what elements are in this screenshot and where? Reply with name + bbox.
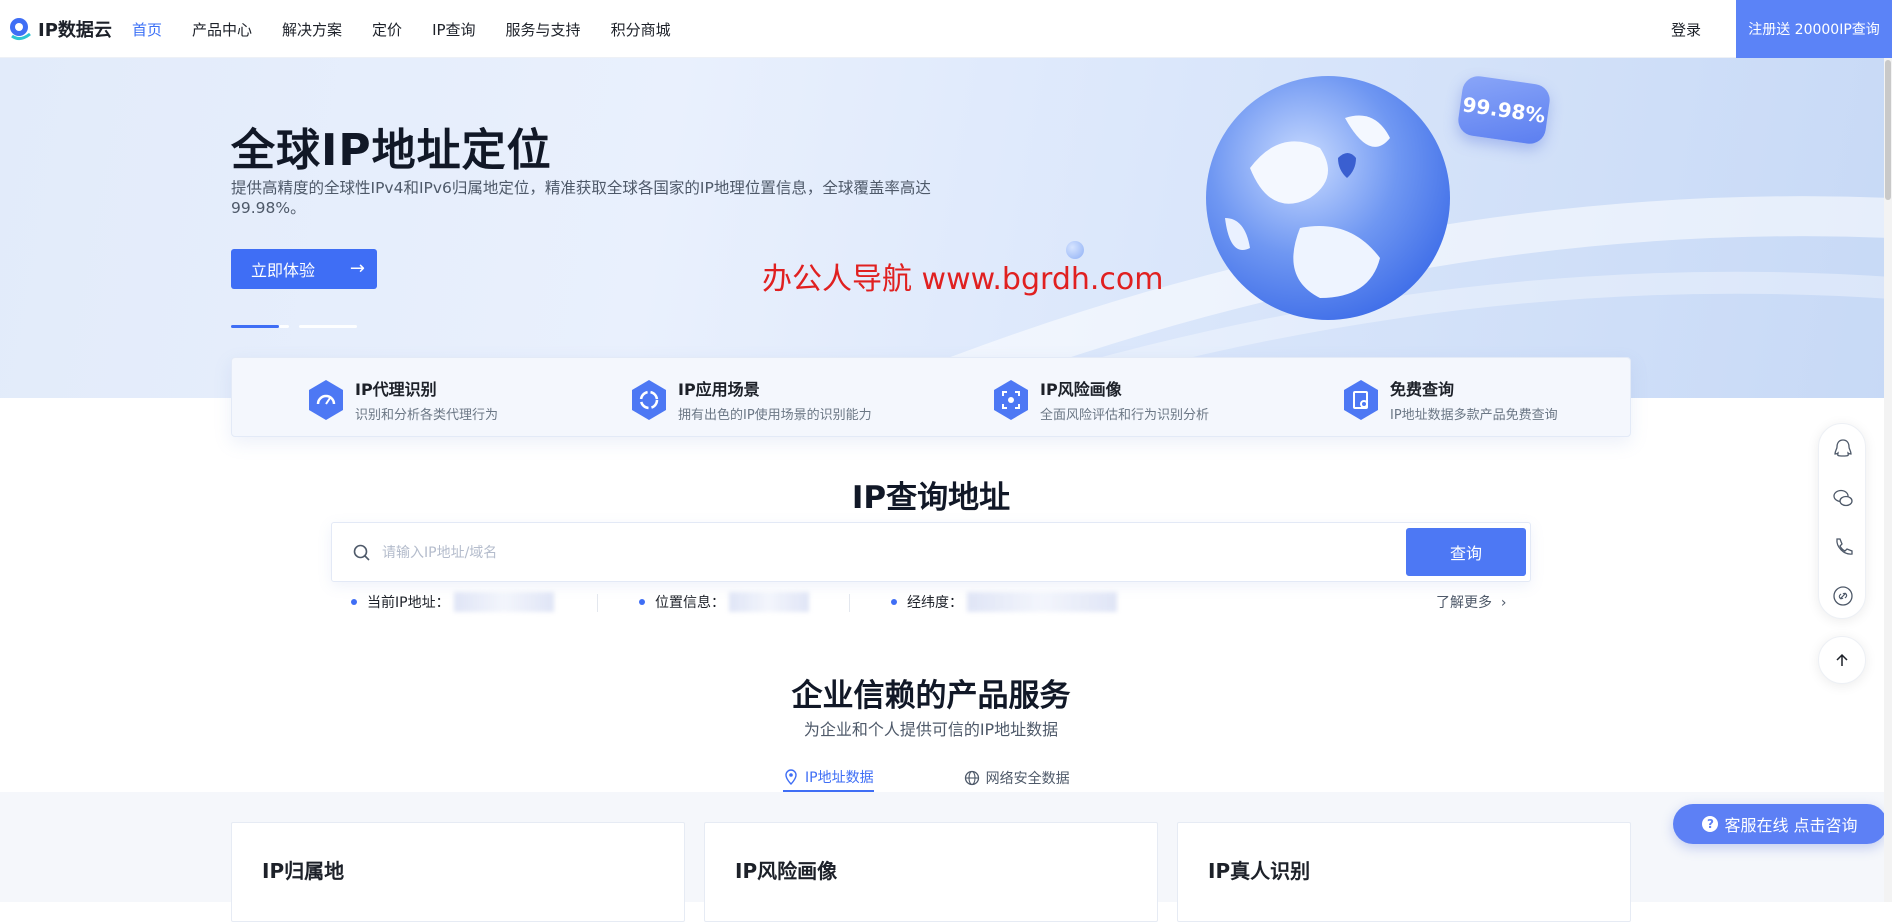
globe-icon xyxy=(964,770,979,786)
coverage-badge: 99.98% xyxy=(1456,74,1552,146)
wechat-icon[interactable] xyxy=(1832,487,1854,509)
nav-links: 首页 产品中心 解决方案 定价 IP查询 服务与支持 积分商城 xyxy=(132,0,701,58)
hero-banner: 全球IP地址定位 提供高精度的全球性IPv4和IPv6归属地定位，精准获取全球各… xyxy=(0,58,1892,398)
feature-title: IP代理识别 xyxy=(355,380,437,399)
products-title: 企业信赖的产品服务 xyxy=(791,678,1071,714)
latlng-label: 经纬度： xyxy=(907,595,963,611)
try-now-label: 立即体验 xyxy=(251,261,316,280)
feature-ip-scenario[interactable]: IP应用场景 拥有出色的IP使用场景的识别能力 xyxy=(630,376,872,423)
redacted-value xyxy=(729,592,809,612)
bullet-dot xyxy=(351,599,357,605)
ip-search-input[interactable] xyxy=(380,537,1380,569)
qq-icon[interactable] xyxy=(1832,438,1854,460)
carousel-indicators xyxy=(231,325,357,328)
ip-search-box: 查询 xyxy=(331,522,1531,582)
register-button[interactable]: 注册送 20000IP查询 xyxy=(1736,0,1892,58)
location-item: 位置信息： xyxy=(639,592,809,612)
hero-description: 提供高精度的全球性IPv4和IPv6归属地定位，精准获取全球各国家的IP地理位置… xyxy=(231,179,931,217)
card-title: IP归属地 xyxy=(262,859,345,883)
online-chat-button[interactable]: ? 客服在线 点击咨询 xyxy=(1673,804,1887,844)
tab-label: 网络安全数据 xyxy=(985,771,1070,787)
redacted-value xyxy=(967,592,1117,612)
nav-link-solutions[interactable]: 解决方案 xyxy=(282,19,342,40)
product-card-ip-human[interactable]: IP真人识别 xyxy=(1177,822,1631,922)
feature-title: IP应用场景 xyxy=(678,380,760,399)
nav-link-support[interactable]: 服务与支持 xyxy=(506,19,581,40)
divider xyxy=(849,594,850,612)
top-nav: IP数据云 首页 产品中心 解决方案 定价 IP查询 服务与支持 积分商城 登录… xyxy=(0,0,1892,58)
nav-link-points-mall[interactable]: 积分商城 xyxy=(611,19,671,40)
chat-label: 客服在线 点击咨询 xyxy=(1724,816,1858,835)
tab-ip-address-data[interactable]: IP地址数据 xyxy=(783,764,874,792)
feature-subtitle: 拥有出色的IP使用场景的识别能力 xyxy=(678,408,872,423)
product-card-ip-location[interactable]: IP归属地 xyxy=(231,822,685,922)
question-icon: ? xyxy=(1702,816,1719,832)
card-title: IP风险画像 xyxy=(735,859,838,883)
scan-icon xyxy=(994,379,1028,420)
nav-link-ip-query[interactable]: IP查询 xyxy=(432,19,475,40)
current-ip-item: 当前IP地址： xyxy=(351,592,554,612)
feature-title: IP风险画像 xyxy=(1040,380,1122,399)
location-label: 位置信息： xyxy=(655,595,725,611)
floating-contact-bar xyxy=(1818,423,1866,619)
hero-title: 全球IP地址定位 xyxy=(231,125,552,176)
feature-subtitle: 全面风险评估和行为识别分析 xyxy=(1040,408,1210,423)
feature-title: 免费查询 xyxy=(1390,380,1455,399)
ip-query-title: IP查询地址 xyxy=(851,480,1011,516)
redacted-value xyxy=(453,592,554,612)
feature-free-query[interactable]: 免费查询 IP地址数据多款产品免费查询 xyxy=(1342,376,1558,423)
arrow-up-icon xyxy=(1836,653,1848,666)
watermark-text: 办公人导航 www.bgrdh.com xyxy=(762,262,1164,297)
search-doc-icon xyxy=(1344,379,1378,420)
carousel-dot-gap xyxy=(279,325,289,328)
phone-icon[interactable] xyxy=(1832,536,1854,558)
search-icon xyxy=(353,544,370,561)
logo-text: IP数据云 xyxy=(38,20,112,41)
bullet-dot xyxy=(639,599,645,605)
nav-link-home[interactable]: 首页 xyxy=(132,19,162,40)
back-to-top-button[interactable] xyxy=(1818,636,1866,684)
hero-background-art xyxy=(892,76,1892,398)
feature-subtitle: IP地址数据多款产品免费查询 xyxy=(1390,408,1558,423)
gauge-icon xyxy=(309,379,343,420)
feature-strip: IP代理识别 识别和分析各类代理行为 IP应用场景 拥有出色的IP使用场景的识别… xyxy=(231,357,1631,437)
query-button[interactable]: 查询 xyxy=(1406,528,1526,576)
latlng-item: 经纬度： xyxy=(891,592,1117,612)
carousel-dot-1[interactable] xyxy=(231,325,279,328)
link-icon[interactable] xyxy=(1832,585,1854,607)
feature-ip-risk[interactable]: IP风险画像 全面风险评估和行为识别分析 xyxy=(992,376,1209,423)
card-title: IP真人识别 xyxy=(1208,859,1311,883)
divider xyxy=(597,594,598,612)
learn-more-label: 了解更多 xyxy=(1436,595,1492,611)
bullet-dot xyxy=(891,599,897,605)
product-card-ip-risk[interactable]: IP风险画像 xyxy=(704,822,1158,922)
try-now-button[interactable]: 立即体验 → xyxy=(231,249,377,289)
arrow-right-icon: → xyxy=(349,258,365,279)
product-tabs: IP地址数据 网络安全数据 xyxy=(783,764,1070,794)
current-ip-info: 当前IP地址： 位置信息： 经纬度： 了解更多 › xyxy=(351,592,1511,616)
feature-subtitle: 识别和分析各类代理行为 xyxy=(355,408,499,423)
learn-more-link[interactable]: 了解更多 › xyxy=(1436,592,1507,612)
nav-link-products[interactable]: 产品中心 xyxy=(192,19,252,40)
products-subtitle: 为企业和个人提供可信的IP地址数据 xyxy=(803,720,1059,739)
nav-link-pricing[interactable]: 定价 xyxy=(372,19,402,40)
login-link[interactable]: 登录 xyxy=(1671,19,1701,40)
logo[interactable]: IP数据云 xyxy=(8,14,112,44)
current-ip-label: 当前IP地址： xyxy=(367,595,450,611)
tab-label: IP地址数据 xyxy=(805,770,874,786)
logo-icon xyxy=(10,18,31,41)
carousel-dot-2[interactable] xyxy=(299,325,357,328)
refresh-icon xyxy=(632,379,666,420)
scrollbar-thumb[interactable] xyxy=(1885,60,1891,200)
tab-network-security-data[interactable]: 网络安全数据 xyxy=(964,764,1070,792)
location-pin-icon xyxy=(785,769,797,785)
chevron-right-icon: › xyxy=(1496,595,1507,611)
feature-ip-proxy[interactable]: IP代理识别 识别和分析各类代理行为 xyxy=(307,376,498,423)
